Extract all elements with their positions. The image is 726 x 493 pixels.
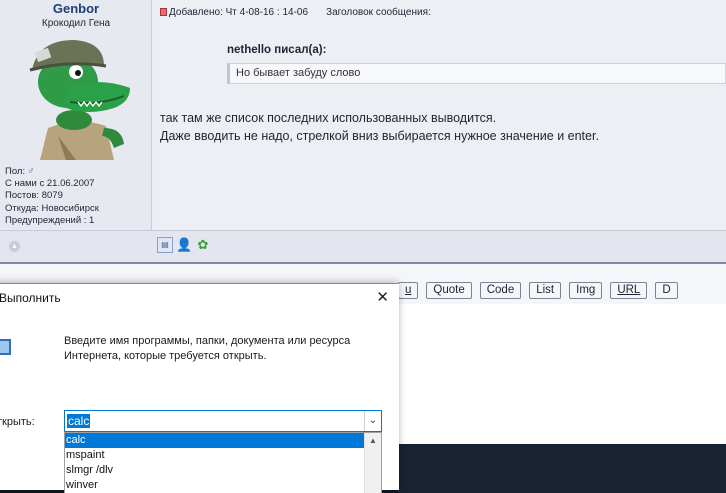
post-content-column: Добавлено: Чт 4-08-16 : 14-06 Заголовок с…	[153, 0, 726, 230]
run-app-icon	[0, 339, 11, 355]
user-title: Крокодил Гена	[41, 18, 111, 29]
run-history-list[interactable]: calc mspaint slmgr /dlv winver msconfig …	[64, 432, 382, 493]
chevron-down-icon[interactable]: ⌄	[364, 411, 381, 431]
run-command-input[interactable]: calc ⌄	[64, 410, 382, 432]
img-button[interactable]: Img	[569, 282, 603, 299]
post-header: Добавлено: Чт 4-08-16 : 14-06 Заголовок с…	[160, 7, 431, 18]
bbcode-toolbar: u Quote Code List Img URL D	[398, 282, 678, 299]
post-actions: ▤ 👤 ✿	[157, 237, 211, 253]
post-subject-label: Заголовок сообщения:	[326, 7, 431, 18]
run-title-bar[interactable]: Выполнить ✕	[0, 284, 399, 312]
run-description: Введите имя программы, папки, документа …	[64, 335, 351, 362]
profile-warnings: Предупреждений : 1	[5, 214, 95, 226]
run-body: Введите имя программы, папки, документа …	[0, 312, 399, 493]
back-to-top-icon[interactable]: ▲	[9, 241, 20, 252]
close-icon[interactable]: ✕	[376, 288, 389, 306]
quote-button[interactable]: Quote	[426, 282, 472, 299]
profile-location: Откуда: Новосибирск	[5, 202, 99, 214]
code-button[interactable]: Code	[479, 282, 522, 299]
post-link-icon[interactable]	[160, 8, 167, 16]
history-item[interactable]: mspaint	[65, 448, 381, 463]
open-label: ткрыть:	[0, 416, 35, 428]
profile-card-icon[interactable]: ▤	[157, 237, 173, 253]
history-item[interactable]: slmgr /dlv	[65, 463, 381, 478]
post-body: так там же список последних использованн…	[160, 109, 599, 145]
post-date: Добавлено: Чт 4-08-16 : 14-06	[169, 7, 309, 18]
scrollbar[interactable]: ▲ ▼	[364, 433, 381, 493]
extra-button[interactable]: D	[655, 282, 678, 299]
user-profile-icon[interactable]: 👤	[176, 237, 192, 253]
username-link[interactable]: Genbor	[0, 1, 152, 16]
quote-box: Но бывает забуду слово	[227, 63, 726, 84]
post-author-column: Genbor Крокодил Гена Пол: ♂ С нами с 21.…	[0, 0, 152, 230]
message-textarea[interactable]	[398, 304, 726, 444]
post-body-line-1: так там же список последних использованн…	[160, 111, 497, 125]
history-item[interactable]: winver	[65, 478, 381, 493]
run-dialog: Выполнить ✕ Введите имя программы, папки…	[0, 283, 399, 493]
quote-author: nethello писал(а):	[227, 44, 327, 56]
quote-text: Но бывает забуду слово	[236, 67, 361, 79]
forum-post: Genbor Крокодил Гена Пол: ♂ С нами с 21.…	[0, 0, 726, 262]
profile-info: Пол: ♂ С нами с 21.06.2007 Постов: 8079 О…	[5, 166, 99, 227]
scroll-up-icon[interactable]: ▲	[365, 433, 381, 449]
profile-joined: С нами с 21.06.2007	[5, 178, 95, 190]
run-input-value: calc	[67, 414, 91, 428]
list-button[interactable]: List	[529, 282, 562, 299]
url-button[interactable]: URL	[610, 282, 648, 299]
history-item[interactable]: calc	[65, 433, 381, 448]
post-body-line-2: Даже вводить не надо, стрелкой вниз выби…	[160, 129, 599, 143]
profile-gender: Пол:	[5, 166, 26, 177]
post-footer: ▲ ▤ 👤 ✿	[0, 230, 726, 262]
underline-button[interactable]: u	[398, 282, 419, 299]
avatar	[29, 40, 130, 160]
run-title: Выполнить	[0, 291, 61, 305]
profile-posts: Постов: 8079	[5, 190, 63, 202]
desktop-taskbar-area-right	[398, 444, 726, 493]
clover-icon[interactable]: ✿	[195, 237, 211, 253]
male-icon: ♂	[27, 166, 35, 177]
